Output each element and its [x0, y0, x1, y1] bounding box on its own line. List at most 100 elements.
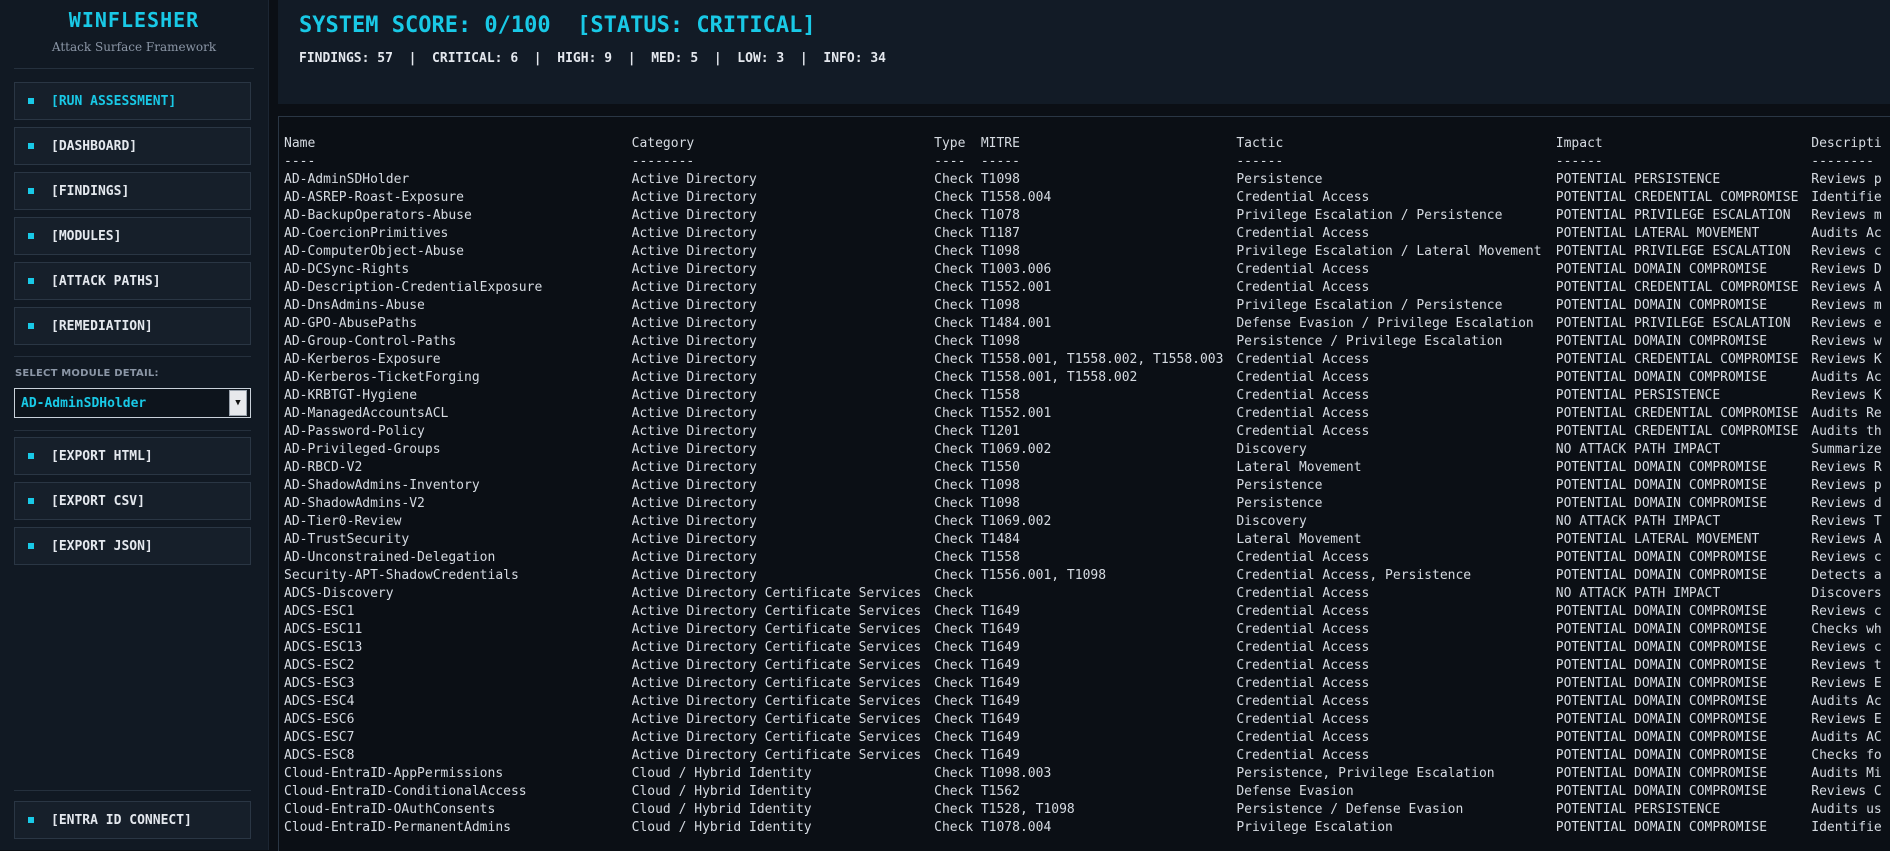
underline: ---- — [934, 154, 966, 169]
export-csv-button[interactable]: [EXPORT CSV] — [14, 482, 251, 520]
attack-paths-button[interactable]: [ATTACK PATHS] — [14, 262, 251, 300]
module-select[interactable]: AD-AdminSDHolder ▼ — [14, 388, 251, 418]
remediation-button[interactable]: [REMEDIATION] — [14, 307, 251, 345]
cell-name: AD-ASREP-Roast-Exposure — [284, 190, 465, 205]
cell-description: Reviews C — [1811, 784, 1882, 799]
cell-category: Active Directory Certificate Services — [631, 658, 922, 673]
cell-description: Reviews c — [1811, 640, 1882, 655]
cell-impact: POTENTIAL DOMAIN COMPROMISE — [1555, 334, 1768, 349]
table-row[interactable]: AD-Description-CredentialExposure Active … — [284, 279, 1890, 297]
cell-impact: POTENTIAL LATERAL MOVEMENT — [1555, 226, 1760, 241]
findings-table-panel[interactable]: Name Category Type MITRE Tactic Impact D… — [278, 116, 1890, 851]
cell-mitre: T1649 — [980, 658, 1020, 673]
cell-impact: POTENTIAL PRIVILEGE ESCALATION — [1555, 208, 1791, 223]
table-row[interactable]: AD-RBCD-V2 Active Directory Check T1550 Late… — [284, 459, 1890, 477]
table-row[interactable]: AD-Tier0-Review Active Directory Check T106… — [284, 513, 1890, 531]
cell-description: Reviews m — [1811, 208, 1882, 223]
table-row[interactable]: AD-ManagedAccountsACL Active Directory Che… — [284, 405, 1890, 423]
table-row[interactable]: ADCS-ESC1 Active Directory Certificate Se… — [284, 603, 1890, 621]
cell-tactic: Credential Access — [1236, 730, 1370, 745]
table-row[interactable]: Cloud-EntraID-OAuthConsents Cloud / Hybri… — [284, 801, 1890, 819]
table-row[interactable]: AD-ShadowAdmins-V2 Active Directory Check T… — [284, 495, 1890, 513]
cell-name: AD-AdminSDHolder — [284, 172, 410, 187]
cell-tactic: Credential Access — [1236, 550, 1370, 565]
export-html-button[interactable]: [EXPORT HTML] — [14, 437, 251, 475]
cell-tactic: Persistence — [1236, 172, 1323, 187]
cell-mitre: T1550 — [980, 460, 1020, 475]
table-row[interactable]: AD-AdminSDHolder Active Directory Check T10… — [284, 171, 1890, 189]
table-row[interactable]: AD-Kerberos-Exposure Active Directory Chec… — [284, 351, 1890, 369]
modules-button[interactable]: [MODULES] — [14, 217, 251, 255]
table-row[interactable]: AD-GPO-AbusePaths Active Directory Check T1… — [284, 315, 1890, 333]
table-row[interactable]: ADCS-ESC8 Active Directory Certificate Se… — [284, 747, 1890, 765]
cell-mitre: T1201 — [980, 424, 1020, 439]
findings-table: Name Category Type MITRE Tactic Impact D… — [284, 135, 1890, 837]
table-row[interactable]: ADCS-ESC4 Active Directory Certificate Se… — [284, 693, 1890, 711]
table-row[interactable]: AD-Password-Policy Active Directory Check T… — [284, 423, 1890, 441]
cell-type: Check — [934, 460, 974, 475]
cell-mitre: T1098 — [980, 298, 1020, 313]
table-row[interactable]: AD-ASREP-Roast-Exposure Active Directory C… — [284, 189, 1890, 207]
cell-tactic: Credential Access — [1236, 676, 1370, 691]
cell-type: Check — [934, 802, 974, 817]
cell-type: Check — [934, 172, 974, 187]
divider — [14, 68, 254, 69]
table-row[interactable]: AD-Privileged-Groups Active Directory Chec… — [284, 441, 1890, 459]
cell-mitre: T1484.001 — [980, 316, 1052, 331]
cell-category: Active Directory — [631, 514, 757, 529]
table-row[interactable]: ADCS-ESC13 Active Directory Certificate S… — [284, 639, 1890, 657]
table-row[interactable]: ADCS-ESC7 Active Directory Certificate Se… — [284, 729, 1890, 747]
table-row[interactable]: Security-APT-ShadowCredentials Active Dir… — [284, 567, 1890, 585]
table-row[interactable]: AD-DCSync-Rights Active Directory Check T10… — [284, 261, 1890, 279]
dashboard-button[interactable]: [DASHBOARD] — [14, 127, 251, 165]
cell-type: Check — [934, 496, 974, 511]
findings-button[interactable]: [FINDINGS] — [14, 172, 251, 210]
cell-impact: POTENTIAL DOMAIN COMPROMISE — [1555, 460, 1768, 475]
table-row[interactable]: AD-Group-Control-Paths Active Directory Ch… — [284, 333, 1890, 351]
cell-name: AD-RBCD-V2 — [284, 460, 363, 475]
cell-category: Active Directory — [631, 442, 757, 457]
cell-category: Cloud / Hybrid Identity — [631, 766, 812, 781]
cell-type: Check — [934, 748, 974, 763]
table-row[interactable]: ADCS-Discovery Active Directory Certifica… — [284, 585, 1890, 603]
table-row[interactable]: ADCS-ESC6 Active Directory Certificate Se… — [284, 711, 1890, 729]
cell-description: Audits Ac — [1811, 226, 1882, 241]
table-row[interactable]: AD-TrustSecurity Active Directory Check T14… — [284, 531, 1890, 549]
cell-mitre: T1098 — [980, 172, 1020, 187]
cell-mitre: T1649 — [980, 730, 1020, 745]
table-row[interactable]: Cloud-EntraID-PermanentAdmins Cloud / Hyb… — [284, 819, 1890, 837]
table-row[interactable]: AD-ShadowAdmins-Inventory Active Director… — [284, 477, 1890, 495]
table-row[interactable]: Cloud-EntraID-ConditionalAccess Cloud / H… — [284, 783, 1890, 801]
table-row[interactable]: AD-Kerberos-TicketForging Active Director… — [284, 369, 1890, 387]
cell-type: Check — [934, 352, 974, 367]
cell-name: Security-APT-ShadowCredentials — [284, 568, 519, 583]
table-row[interactable]: ADCS-ESC11 Active Directory Certificate S… — [284, 621, 1890, 639]
entra-id-connect-button[interactable]: [ENTRA ID CONNECT] — [14, 801, 251, 839]
table-row[interactable]: AD-KRBTGT-Hygiene Active Directory Check T1… — [284, 387, 1890, 405]
chevron-down-icon[interactable]: ▼ — [229, 390, 247, 416]
cell-type: Check — [934, 442, 974, 457]
button-label: [EXPORT CSV] — [51, 493, 145, 509]
cell-mitre: T1484 — [980, 532, 1020, 547]
cell-category: Active Directory Certificate Services — [631, 604, 922, 619]
export-json-button[interactable]: [EXPORT JSON] — [14, 527, 251, 565]
table-row[interactable]: AD-BackupOperators-Abuse Active Directory… — [284, 207, 1890, 225]
table-row[interactable]: AD-DnsAdmins-Abuse Active Directory Check T… — [284, 297, 1890, 315]
table-row[interactable]: AD-ComputerObject-Abuse Active Directory C… — [284, 243, 1890, 261]
cell-type: Check — [934, 622, 974, 637]
table-row[interactable]: AD-Unconstrained-Delegation Active Direct… — [284, 549, 1890, 567]
table-row[interactable]: Cloud-EntraID-AppPermissions Cloud / Hybr… — [284, 765, 1890, 783]
cell-type: Check — [934, 694, 974, 709]
cell-impact: POTENTIAL DOMAIN COMPROMISE — [1555, 694, 1768, 709]
cell-type: Check — [934, 334, 974, 349]
table-row[interactable]: AD-CoercionPrimitives Active Directory Che… — [284, 225, 1890, 243]
table-row[interactable]: ADCS-ESC2 Active Directory Certificate Se… — [284, 657, 1890, 675]
run-assessment-button[interactable]: [RUN ASSESSMENT] — [14, 82, 251, 120]
table-row[interactable]: ADCS-ESC3 Active Directory Certificate Se… — [284, 675, 1890, 693]
button-label: [REMEDIATION] — [51, 318, 153, 334]
cell-type: Check — [934, 550, 974, 565]
cell-description: Reviews K — [1811, 352, 1882, 367]
cell-tactic: Persistence / Defense Evasion — [1236, 802, 1464, 817]
button-label: [ENTRA ID CONNECT] — [51, 812, 192, 828]
cell-description: Reviews A — [1811, 280, 1882, 295]
